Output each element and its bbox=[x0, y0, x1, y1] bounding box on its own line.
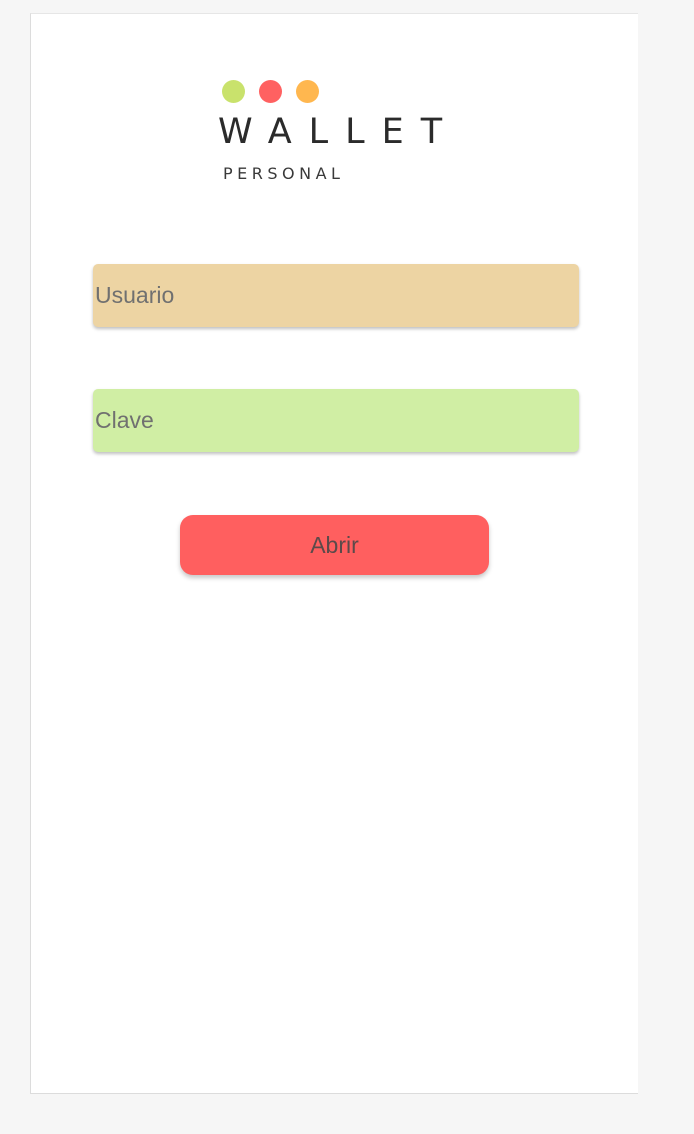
logo-brand: WALLET bbox=[218, 112, 460, 152]
logo-subtitle: PERSONAL bbox=[223, 164, 345, 183]
orange-dot-icon bbox=[296, 80, 319, 103]
password-input[interactable] bbox=[93, 389, 579, 452]
red-dot-icon bbox=[259, 80, 282, 103]
app-screen: WALLET PERSONAL Abrir bbox=[30, 13, 638, 1094]
username-input[interactable] bbox=[93, 264, 579, 327]
open-button[interactable]: Abrir bbox=[180, 515, 489, 575]
green-dot-icon bbox=[222, 80, 245, 103]
